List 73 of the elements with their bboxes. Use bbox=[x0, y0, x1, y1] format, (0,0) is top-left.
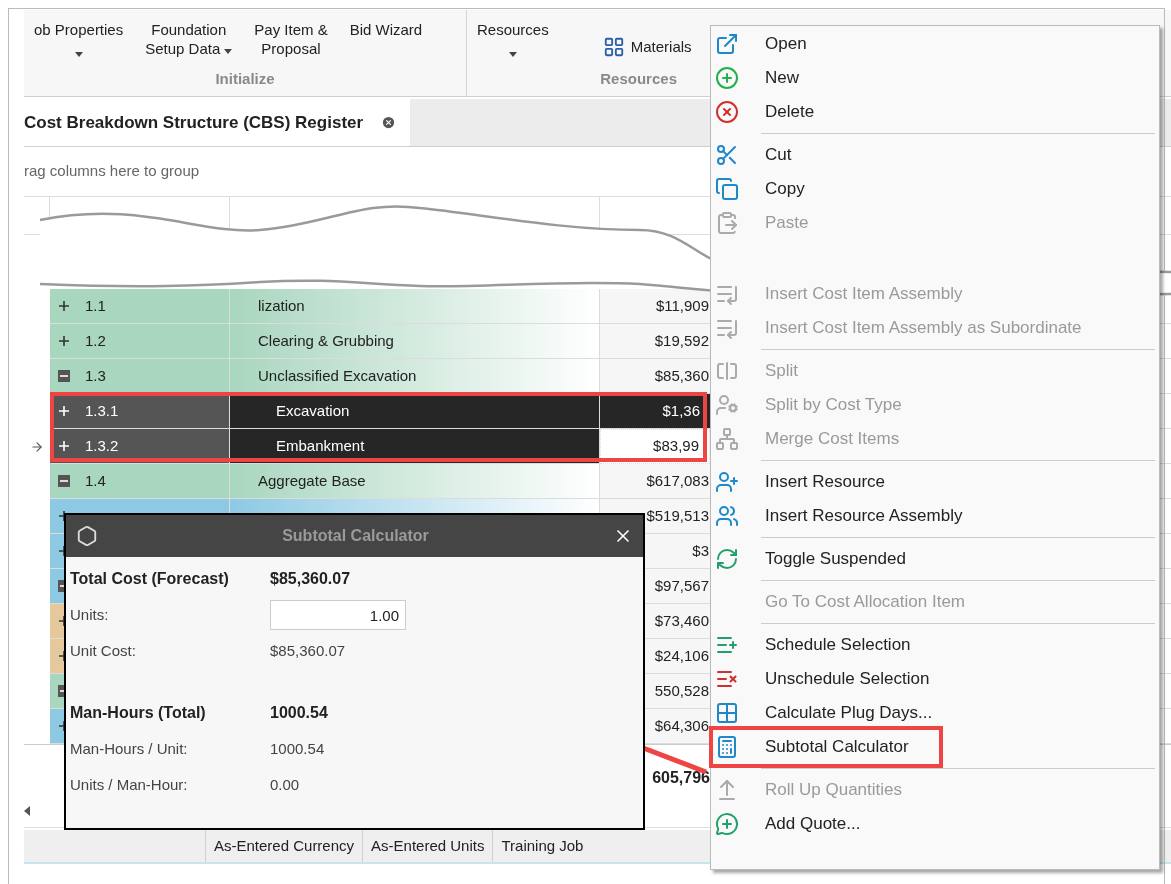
x-circle-icon bbox=[715, 100, 739, 124]
plus-circle-icon bbox=[715, 66, 739, 90]
menu-item[interactable]: Insert Resource Assembly bbox=[711, 499, 1159, 533]
document-tab[interactable]: Cost Breakdown Structure (CBS) Register bbox=[24, 99, 411, 146]
menu-item[interactable]: Unschedule Selection bbox=[711, 662, 1159, 696]
people-icon bbox=[715, 504, 739, 528]
units-input[interactable]: 1.00 bbox=[270, 600, 406, 630]
code-text: 1.4 bbox=[85, 470, 106, 491]
code-text: 1.1 bbox=[85, 295, 106, 316]
field-value: $85,360.07 bbox=[270, 640, 346, 661]
menu-item[interactable]: Add Quote... bbox=[711, 807, 1159, 841]
collapse-icon[interactable] bbox=[58, 475, 70, 487]
cost-cell: $85,360 bbox=[600, 359, 710, 394]
description-cell: lization bbox=[230, 289, 600, 324]
logo-icon bbox=[76, 525, 98, 547]
ribbon-button[interactable]: Resources bbox=[467, 20, 559, 62]
ribbon-group-label: Resources bbox=[600, 68, 677, 89]
speech-bubble-icon bbox=[715, 812, 739, 836]
person-gear-icon bbox=[715, 393, 739, 417]
person-plus-icon bbox=[715, 470, 739, 494]
ribbon-button[interactable]: Bid Wizard bbox=[339, 20, 433, 39]
ribbon-button[interactable]: Pay Item & Proposal bbox=[244, 20, 338, 58]
cost-cell: $11,909 bbox=[600, 289, 710, 324]
field-label: Man-Hours (Total) bbox=[70, 703, 207, 723]
menu-item[interactable]: Calculate Plug Days... bbox=[711, 696, 1159, 730]
ribbon-group-label: Initialize bbox=[215, 68, 275, 89]
menu-item[interactable]: Schedule Selection bbox=[711, 628, 1159, 662]
description-cell: Aggregate Base bbox=[230, 464, 600, 499]
expand-icon[interactable] bbox=[58, 300, 70, 312]
dialog-title: Subtotal Calculator bbox=[281, 526, 430, 546]
ribbon-button[interactable]: ob Properties bbox=[24, 20, 134, 62]
close-icon[interactable] bbox=[381, 115, 397, 130]
code-text: 1.3.2 bbox=[85, 435, 119, 456]
field-label: Man-Hours / Unit: bbox=[70, 738, 189, 759]
ribbon-button[interactable]: Materials bbox=[602, 36, 692, 59]
cost-cell: $617,083 bbox=[600, 464, 710, 499]
field-label: Unit Cost: bbox=[70, 640, 137, 661]
cost-cell: $1,36 bbox=[600, 394, 710, 429]
code-text: 1.3 bbox=[85, 365, 106, 386]
expand-icon[interactable] bbox=[58, 335, 70, 347]
description-cell: Excavation bbox=[230, 394, 600, 429]
description-cell: Unclassified Excavation bbox=[230, 359, 600, 394]
split-icon bbox=[715, 359, 739, 383]
code-text: 1.2 bbox=[85, 330, 106, 351]
menu-item[interactable]: Insert Resource bbox=[711, 465, 1159, 499]
code-text: 1.3.1 bbox=[85, 400, 119, 421]
ribbon-button[interactable]: Foundation Setup Data bbox=[135, 20, 243, 60]
menu-item[interactable]: Delete bbox=[711, 95, 1159, 129]
hierarchy-icon bbox=[715, 427, 739, 451]
external-link-icon bbox=[715, 32, 739, 56]
grid-icon bbox=[602, 36, 625, 59]
scroll-left-icon[interactable] bbox=[24, 805, 30, 816]
scissors-icon bbox=[715, 143, 739, 167]
grid-icon bbox=[715, 701, 739, 725]
menu-item[interactable]: Open bbox=[711, 27, 1159, 61]
menu-item[interactable]: Toggle Suspended bbox=[711, 542, 1159, 576]
field-value: 0.00 bbox=[270, 774, 300, 795]
total-cost: 605,796 bbox=[651, 768, 710, 788]
field-value: 1000.54 bbox=[270, 703, 328, 723]
copy-icon bbox=[715, 177, 739, 201]
field-value: 1000.54 bbox=[270, 738, 325, 759]
calculator-icon bbox=[715, 735, 739, 759]
field-label: Total Cost (Forecast) bbox=[70, 569, 230, 589]
cost-cell: $19,592 bbox=[600, 324, 710, 359]
clipboard-icon bbox=[715, 211, 739, 235]
menu-item[interactable]: New bbox=[711, 61, 1159, 95]
field-label: Units / Man-Hour: bbox=[70, 774, 189, 795]
menu-item[interactable]: Subtotal Calculator bbox=[711, 730, 1159, 764]
description-cell: Clearing & Grubbing bbox=[230, 324, 600, 359]
refresh-icon bbox=[715, 547, 739, 571]
field-value: $85,360.07 bbox=[270, 569, 351, 589]
collapse-icon[interactable] bbox=[58, 370, 70, 382]
field-label: Units: bbox=[70, 604, 110, 625]
